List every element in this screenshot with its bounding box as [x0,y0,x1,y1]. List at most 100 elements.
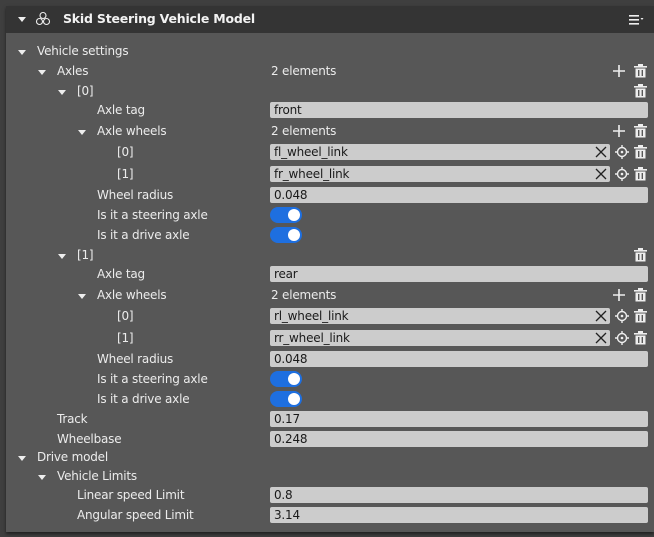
axle-0-wheels-count: 2 elements [271,124,337,138]
tree-row-axle-1-steering: Is it a steering axle [6,370,654,390]
wheel-link-input[interactable] [270,144,610,160]
crosshair-icon[interactable] [615,145,629,159]
hamburger-menu-icon[interactable] [629,14,644,26]
axle-0-tag-input[interactable] [270,102,648,118]
drive-axle-label: Is it a drive axle [97,392,190,406]
linear-speed-label: Linear speed Limit [77,488,185,502]
wheel-radius-label: Wheel radius [97,352,174,366]
tree-row-drive-model: Drive model [6,448,654,468]
delete-wheel-icon[interactable] [634,331,647,345]
tree-row-axle-0: [0] [6,82,654,102]
clear-icon[interactable] [594,145,608,159]
tree-row-axles: Axles 2 elements [6,62,654,82]
expand-vehicle-settings-icon[interactable] [18,50,26,55]
crosshair-icon[interactable] [615,167,629,181]
tree-row-axle-0-wheel-0: [0] [6,143,654,163]
steering-axle-toggle[interactable] [270,207,302,223]
delete-wheel-icon[interactable] [634,309,647,323]
axle-wheels-label: Axle wheels [97,124,167,138]
toggle-knob [288,393,300,405]
axle-0-index: [0] [77,84,94,98]
wheel-radius-input[interactable] [270,351,648,367]
delete-wheels-icon[interactable] [634,288,647,302]
track-input[interactable] [270,411,648,427]
wheel-index: [1] [117,167,134,181]
tree-row-axle-0-wheel-1: [1] [6,165,654,185]
crosshair-icon[interactable] [615,331,629,345]
tree-row-axle-0-steering: Is it a steering axle [6,206,654,226]
tree-row-vehicle-settings: Vehicle settings [6,42,654,62]
steering-axle-label: Is it a steering axle [97,208,208,222]
axle-1-wheels-count: 2 elements [271,288,337,302]
expand-axles-icon[interactable] [38,70,46,75]
expand-drive-model-icon[interactable] [18,456,26,461]
tree-row-axle-1-drive: Is it a drive axle [6,390,654,410]
delete-wheels-icon[interactable] [634,124,647,138]
crosshair-icon[interactable] [615,309,629,323]
delete-axle-0-icon[interactable] [634,84,647,98]
tree-row-axle-1-wheels: Axle wheels 2 elements [6,286,654,306]
delete-axle-1-icon[interactable] [634,248,647,262]
toggle-knob [288,209,300,221]
tree-row-axle-1-tag: Axle tag [6,265,654,285]
delete-wheel-icon[interactable] [634,167,647,181]
clear-icon[interactable] [594,167,608,181]
drive-model-label: Drive model [37,450,108,464]
steering-axle-toggle[interactable] [270,371,302,387]
tree-row-axle-1-radius: Wheel radius [6,350,654,370]
expand-vehicle-limits-icon[interactable] [38,475,46,480]
axles-label: Axles [57,64,89,78]
drive-axle-label: Is it a drive axle [97,228,190,242]
axle-wheels-label: Axle wheels [97,288,167,302]
tree-row-wheelbase: Wheelbase [6,430,654,450]
cubes-icon [35,11,51,26]
expand-axle-0-icon[interactable] [58,90,66,95]
track-label: Track [57,412,88,426]
drive-axle-toggle[interactable] [270,227,302,243]
tree-row-axle-0-radius: Wheel radius [6,186,654,206]
tree-row-vehicle-limits: Vehicle Limits [6,467,654,487]
vehicle-limits-label: Vehicle Limits [57,469,137,483]
axle-tag-label: Axle tag [97,103,145,117]
toggle-knob [288,229,300,241]
wheelbase-label: Wheelbase [57,432,122,446]
vehicle-settings-label: Vehicle settings [37,44,129,58]
tree-row-axle-1: [1] [6,246,654,266]
tree-row-axle-0-tag: Axle tag [6,101,654,121]
tree-row-axle-0-drive: Is it a drive axle [6,226,654,246]
delete-wheel-icon[interactable] [634,145,647,159]
wheelbase-input[interactable] [270,431,648,447]
linear-speed-input[interactable] [270,487,648,503]
angular-speed-label: Angular speed Limit [77,508,194,522]
clear-icon[interactable] [594,309,608,323]
steering-axle-label: Is it a steering axle [97,372,208,386]
wheel-radius-label: Wheel radius [97,188,174,202]
angular-speed-input[interactable] [270,507,648,523]
wheel-link-input[interactable] [270,166,610,182]
expand-axle-1-icon[interactable] [58,254,66,259]
tree-row-axle-1-wheel-1: [1] [6,329,654,349]
skid-steering-panel: Skid Steering Vehicle Model Vehicle sett… [6,6,654,532]
wheel-link-input[interactable] [270,308,610,324]
add-wheel-icon[interactable] [612,288,626,302]
delete-axles-icon[interactable] [634,64,647,78]
tree-row-angular-speed: Angular speed Limit [6,506,654,526]
tree-row-track: Track [6,410,654,430]
tree-row-linear-speed: Linear speed Limit [6,486,654,506]
panel-title: Skid Steering Vehicle Model [63,11,255,26]
add-wheel-icon[interactable] [612,124,626,138]
clear-icon[interactable] [594,331,608,345]
axle-tag-label: Axle tag [97,267,145,281]
expand-axle-1-wheels-icon[interactable] [78,294,86,299]
wheel-link-input[interactable] [270,330,610,346]
add-axle-icon[interactable] [612,64,626,78]
drive-axle-toggle[interactable] [270,391,302,407]
tree-row-axle-0-wheels: Axle wheels 2 elements [6,122,654,142]
axles-count: 2 elements [271,64,337,78]
tree-row-axle-1-wheel-0: [0] [6,307,654,327]
expand-axle-0-wheels-icon[interactable] [78,130,86,135]
collapse-panel-toggle[interactable] [18,17,26,22]
wheel-radius-input[interactable] [270,187,648,203]
axle-1-tag-input[interactable] [270,266,648,282]
panel-header: Skid Steering Vehicle Model [6,6,654,33]
